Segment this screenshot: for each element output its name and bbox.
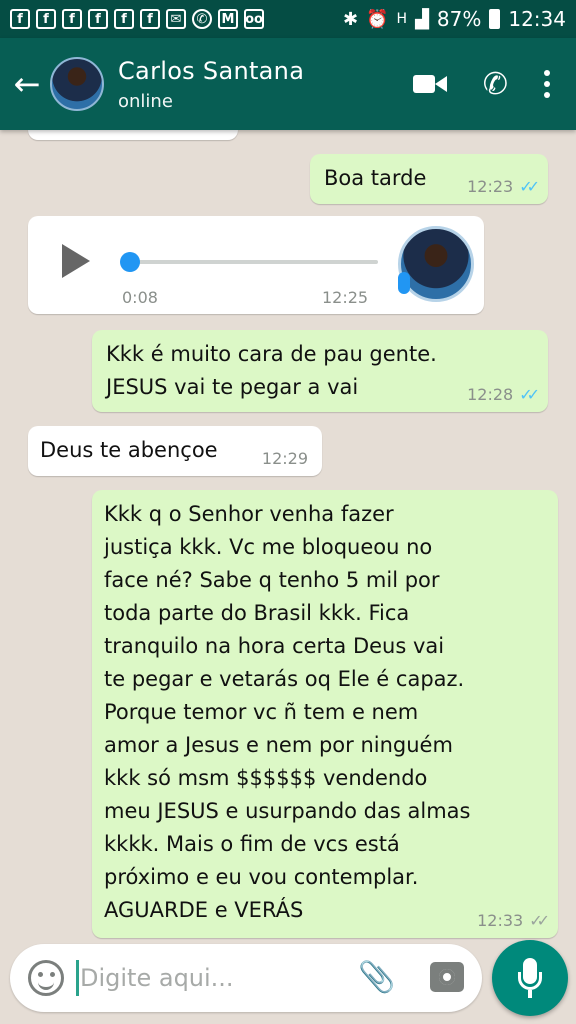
message-text: Deus te abençoe — [40, 438, 218, 462]
message-text: Kkk é muito cara de pau gente. JESUS vai… — [106, 342, 437, 399]
message-time: 12:25 — [322, 288, 369, 307]
chat-header: ← Carlos Santana online ✆ — [0, 38, 576, 130]
message-time: 12:33 — [477, 911, 524, 930]
message-bubble-outgoing[interactable]: Kkk é muito cara de pau gente. JESUS vai… — [92, 330, 548, 412]
whatsapp-icon: ✆ — [192, 9, 212, 29]
camera-icon[interactable] — [430, 962, 464, 992]
message-time: 12:23 — [467, 177, 514, 196]
partial-message-bubble — [28, 130, 238, 140]
voice-record-button[interactable] — [492, 940, 568, 1016]
facebook-icon: f — [114, 9, 134, 29]
audio-progress-handle[interactable] — [120, 252, 140, 272]
delivered-ticks-icon: ✓✓ — [529, 911, 550, 930]
alarm-icon: ⏰ — [366, 8, 389, 30]
facebook-icon: f — [88, 9, 108, 29]
play-icon[interactable] — [62, 244, 90, 278]
facebook-icon: f — [62, 9, 82, 29]
network-type-label: H — [396, 11, 408, 27]
message-text: Kkk q o Senhor venha fazer justiça kkk. … — [104, 502, 471, 922]
read-ticks-icon: ✓✓ — [519, 177, 540, 196]
message-meta: 12:23 ✓✓ — [467, 177, 540, 196]
back-arrow-icon[interactable]: ← — [4, 65, 50, 103]
message-meta: 12:28 ✓✓ — [467, 385, 540, 404]
message-bubble-outgoing[interactable]: Boa tarde 12:23 ✓✓ — [310, 154, 548, 204]
signal-icon: ▟ — [415, 8, 429, 30]
message-bubble-outgoing[interactable]: Kkk q o Senhor venha fazer justiça kkk. … — [92, 490, 558, 938]
video-call-icon[interactable] — [412, 73, 447, 95]
contact-info[interactable]: Carlos Santana online — [118, 57, 304, 112]
read-ticks-icon: ✓✓ — [519, 385, 540, 404]
mail-icon: ✉ — [166, 9, 186, 29]
contact-avatar[interactable] — [50, 57, 104, 111]
message-meta: 12:29 — [262, 449, 308, 468]
message-meta: 12:33 ✓✓ — [477, 911, 550, 930]
bluetooth-icon: ✱ — [343, 8, 359, 30]
facebook-icon: f — [36, 9, 56, 29]
mic-base — [528, 990, 532, 998]
attach-icon[interactable]: 📎 — [358, 960, 395, 995]
facebook-icon: f — [140, 9, 160, 29]
audio-progress-track[interactable] — [130, 260, 378, 264]
status-bar: f f f f f f ✉ ✆ M oo ✱ ⏰ H ▟ 87% 12:34 — [0, 0, 576, 38]
mic-icon — [398, 272, 410, 294]
more-options-icon[interactable] — [544, 70, 550, 98]
battery-icon — [489, 9, 501, 29]
voicemail-icon: oo — [244, 9, 264, 29]
message-input-bar: 📎 — [10, 944, 482, 1012]
chat-area[interactable]: Boa tarde 12:23 ✓✓ 0:08 12:25 Kkk é muit… — [0, 130, 576, 944]
voice-message-bubble[interactable]: 0:08 12:25 — [28, 216, 484, 314]
voice-duration: 0:08 — [122, 288, 158, 307]
message-text: Boa tarde — [324, 166, 427, 190]
clock: 12:34 — [508, 7, 566, 31]
emoji-icon[interactable] — [28, 960, 64, 996]
notification-icons: f f f f f f ✉ ✆ M oo — [10, 9, 264, 29]
message-bubble-incoming[interactable]: Deus te abençoe 12:29 — [28, 426, 322, 476]
battery-percent: 87% — [436, 7, 482, 31]
facebook-icon: f — [10, 9, 30, 29]
phone-call-icon[interactable]: ✆ — [483, 67, 508, 102]
text-cursor — [76, 960, 79, 996]
mic-stand — [518, 972, 542, 990]
message-input[interactable] — [80, 944, 360, 1012]
gmail-icon: M — [218, 9, 238, 29]
contact-name: Carlos Santana — [118, 56, 305, 85]
message-time: 12:29 — [261, 449, 308, 468]
contact-status: online — [118, 90, 173, 112]
message-time: 12:28 — [467, 385, 514, 404]
